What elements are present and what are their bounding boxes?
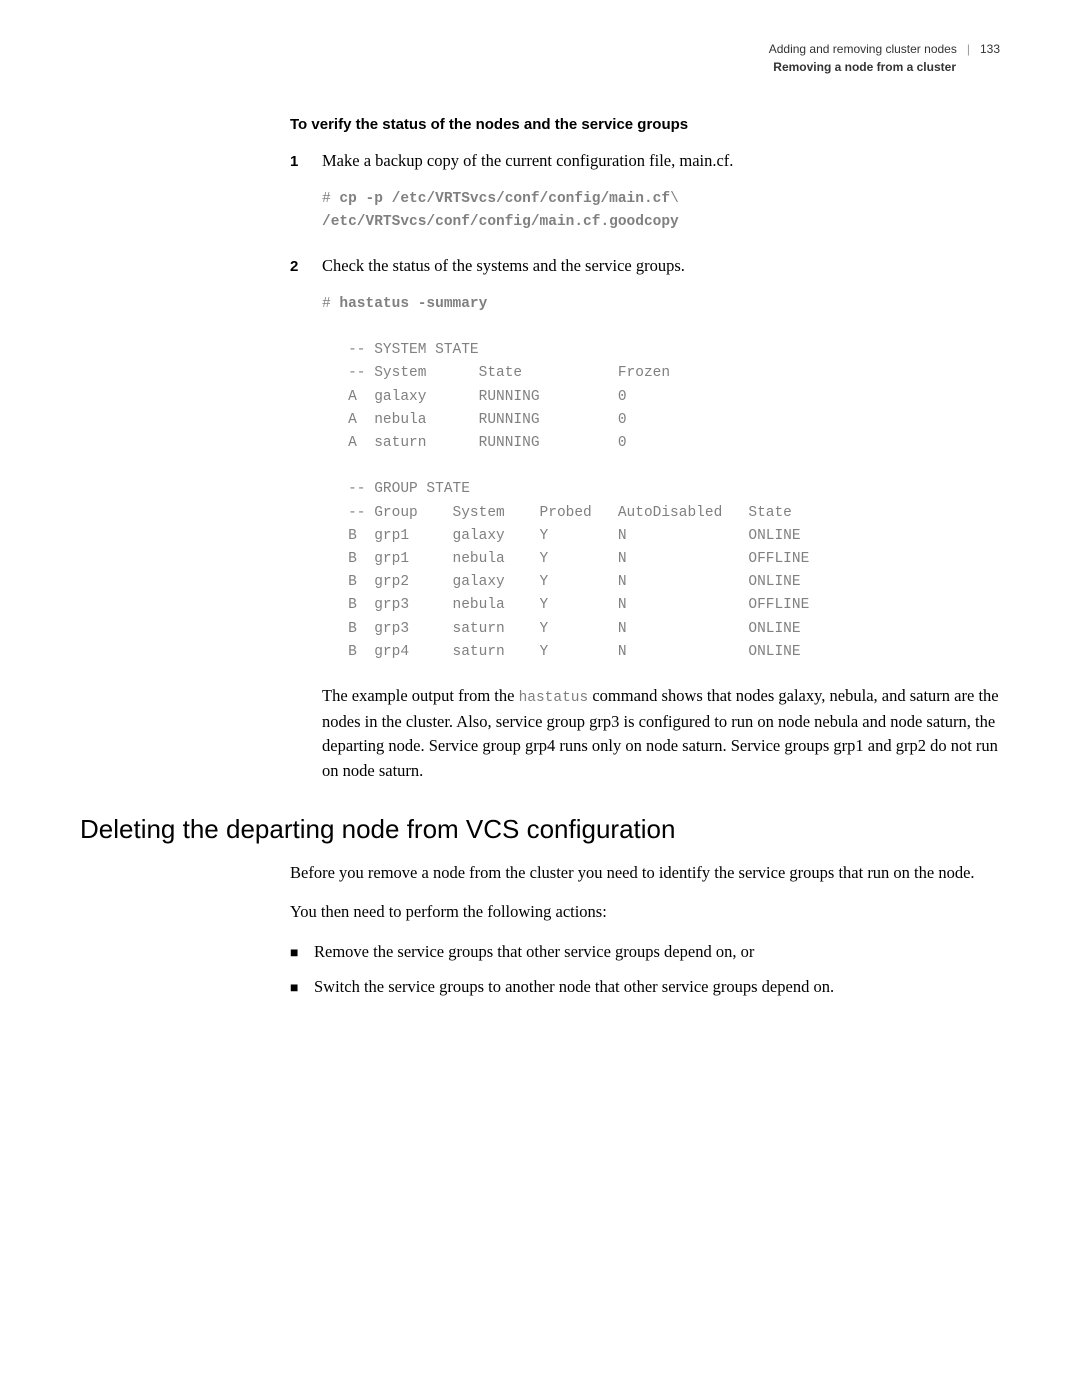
step-1-number: 1 [290, 153, 322, 170]
section-para-2: You then need to perform the following a… [290, 900, 1000, 925]
bullet-1-text: Remove the service groups that other ser… [314, 940, 754, 965]
page-number: 133 [980, 40, 1000, 58]
bullet-list: ■ Remove the service groups that other s… [290, 940, 1000, 1000]
step-2: 2 Check the status of the systems and th… [290, 254, 1000, 279]
system-state-cols: -- System State Frozen [348, 365, 670, 381]
sys-row-2: A nebula RUNNING 0 [348, 412, 626, 428]
group-state-header: -- GROUP STATE [348, 481, 470, 497]
step-2-code: # hastatus -summary -- SYSTEM STATE -- S… [322, 293, 1000, 664]
code-line-1: cp -p /etc/VRTSvcs/conf/config/main.cf [339, 191, 670, 207]
content-block: To verify the status of the nodes and th… [290, 116, 1000, 784]
bullet-icon: ■ [290, 975, 314, 999]
system-state-header: -- SYSTEM STATE [348, 342, 479, 358]
header-divider: | [967, 40, 970, 58]
code-prompt-2: # [322, 296, 339, 312]
step-2-text: Check the status of the systems and the … [322, 254, 685, 279]
step-1-text: Make a backup copy of the current config… [322, 149, 733, 174]
bullet-icon: ■ [290, 940, 314, 964]
code-backslash: \ [670, 191, 679, 207]
page-container: Adding and removing cluster nodes | 133 … [0, 0, 1080, 1056]
code-cmd: hastatus -summary [339, 296, 487, 312]
bullet-item-1: ■ Remove the service groups that other s… [290, 940, 1000, 965]
procedure-title: To verify the status of the nodes and th… [290, 116, 1000, 133]
grp-row-6: B grp4 saturn Y N ONLINE [348, 644, 800, 660]
code-prompt: # [322, 191, 339, 207]
chapter-title: Adding and removing cluster nodes [769, 40, 957, 58]
grp-row-2: B grp1 nebula Y N OFFLINE [348, 551, 809, 567]
sys-row-1: A galaxy RUNNING 0 [348, 389, 626, 405]
grp-row-5: B grp3 saturn Y N ONLINE [348, 621, 800, 637]
section-heading: Deleting the departing node from VCS con… [80, 814, 1000, 845]
group-state-cols: -- Group System Probed AutoDisabled Stat… [348, 505, 792, 521]
step-2-number: 2 [290, 258, 322, 275]
grp-row-3: B grp2 galaxy Y N ONLINE [348, 574, 800, 590]
section-para-1: Before you remove a node from the cluste… [290, 861, 1000, 886]
para-code: hastatus [519, 690, 589, 706]
code-line-2: /etc/VRTSvcs/conf/config/main.cf.goodcop… [322, 214, 679, 230]
step-1: 1 Make a backup copy of the current conf… [290, 149, 1000, 174]
section-title: Removing a node from a cluster [80, 58, 1000, 76]
grp-row-1: B grp1 galaxy Y N ONLINE [348, 528, 800, 544]
step-1-code: # cp -p /etc/VRTSvcs/conf/config/main.cf… [322, 188, 1000, 234]
grp-row-4: B grp3 nebula Y N OFFLINE [348, 597, 809, 613]
bullet-2-text: Switch the service groups to another nod… [314, 975, 834, 1000]
bullet-item-2: ■ Switch the service groups to another n… [290, 975, 1000, 1000]
sys-row-3: A saturn RUNNING 0 [348, 435, 626, 451]
step-2-para: The example output from the hastatus com… [322, 684, 1000, 784]
para-pre: The example output from the [322, 686, 519, 705]
running-header: Adding and removing cluster nodes | 133 … [80, 40, 1000, 76]
